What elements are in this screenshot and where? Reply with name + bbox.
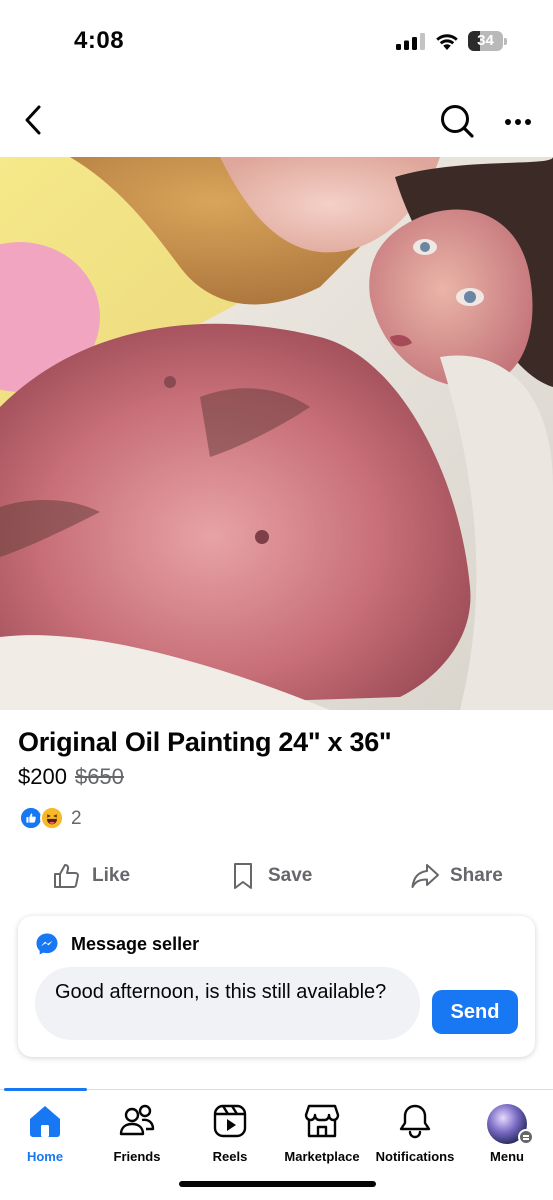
friends-icon xyxy=(119,1104,155,1136)
battery-level: 34 xyxy=(477,32,494,49)
price-original: $650 xyxy=(74,764,124,789)
tab-home[interactable]: Home xyxy=(0,1102,95,1172)
tab-label-menu: Menu xyxy=(490,1149,524,1164)
wifi-icon xyxy=(436,34,458,50)
home-indicator xyxy=(179,1181,376,1187)
bookmark-icon xyxy=(234,863,252,889)
share-arrow-icon xyxy=(411,864,439,888)
status-bar: 4:08 34 xyxy=(0,0,553,80)
like-button[interactable]: Like xyxy=(52,855,130,897)
status-time: 4:08 xyxy=(74,27,125,54)
tab-label-marketplace: Marketplace xyxy=(284,1149,360,1164)
reaction-count: 2 xyxy=(71,808,82,829)
price-current: $200 xyxy=(18,764,67,789)
battery-indicator: 34 xyxy=(468,31,508,51)
nav-header xyxy=(0,90,553,152)
more-horizontal-icon[interactable] xyxy=(500,104,536,140)
tab-reels[interactable]: Reels xyxy=(180,1102,280,1172)
message-seller-card: Message seller Good afternoon, is this s… xyxy=(18,916,535,1057)
bell-icon xyxy=(399,1104,431,1139)
tab-notifications[interactable]: Notifications xyxy=(365,1102,465,1172)
reels-icon xyxy=(213,1104,247,1138)
tab-label-reels: Reels xyxy=(212,1149,248,1164)
message-input[interactable]: Good afternoon, is this still available? xyxy=(35,967,420,1040)
home-icon xyxy=(30,1106,60,1137)
menu-badge-icon xyxy=(518,1129,534,1145)
tab-menu[interactable]: Menu xyxy=(457,1102,553,1172)
send-button[interactable]: Send xyxy=(432,990,518,1034)
price-row: $200 $650 xyxy=(18,764,124,790)
tab-marketplace[interactable]: Marketplace xyxy=(272,1102,372,1172)
save-label: Save xyxy=(268,865,313,886)
chevron-left-icon[interactable] xyxy=(18,102,50,138)
share-label: Share xyxy=(450,865,503,886)
actions-row: Like Save Share xyxy=(0,855,553,897)
active-tab-indicator xyxy=(4,1088,87,1091)
tab-label-friends: Friends xyxy=(113,1149,161,1164)
thumbs-up-icon xyxy=(54,864,79,888)
listing-photo[interactable] xyxy=(0,157,553,710)
messenger-icon xyxy=(36,933,58,955)
message-seller-label: Message seller xyxy=(71,933,200,954)
save-button[interactable]: Save xyxy=(228,855,312,897)
listing-title: Original Oil Painting 24" x 36" xyxy=(18,727,392,757)
share-button[interactable]: Share xyxy=(410,855,503,897)
tab-label-home: Home xyxy=(26,1149,64,1164)
like-label: Like xyxy=(92,865,131,886)
cellular-signal-icon xyxy=(396,33,425,50)
tab-friends[interactable]: Friends xyxy=(87,1102,187,1172)
tab-label-notifications: Notifications xyxy=(375,1149,455,1164)
marketplace-icon xyxy=(304,1104,340,1138)
message-seller-header: Message seller xyxy=(35,932,199,956)
haha-reaction-icon xyxy=(40,806,64,830)
search-icon[interactable] xyxy=(438,102,476,140)
